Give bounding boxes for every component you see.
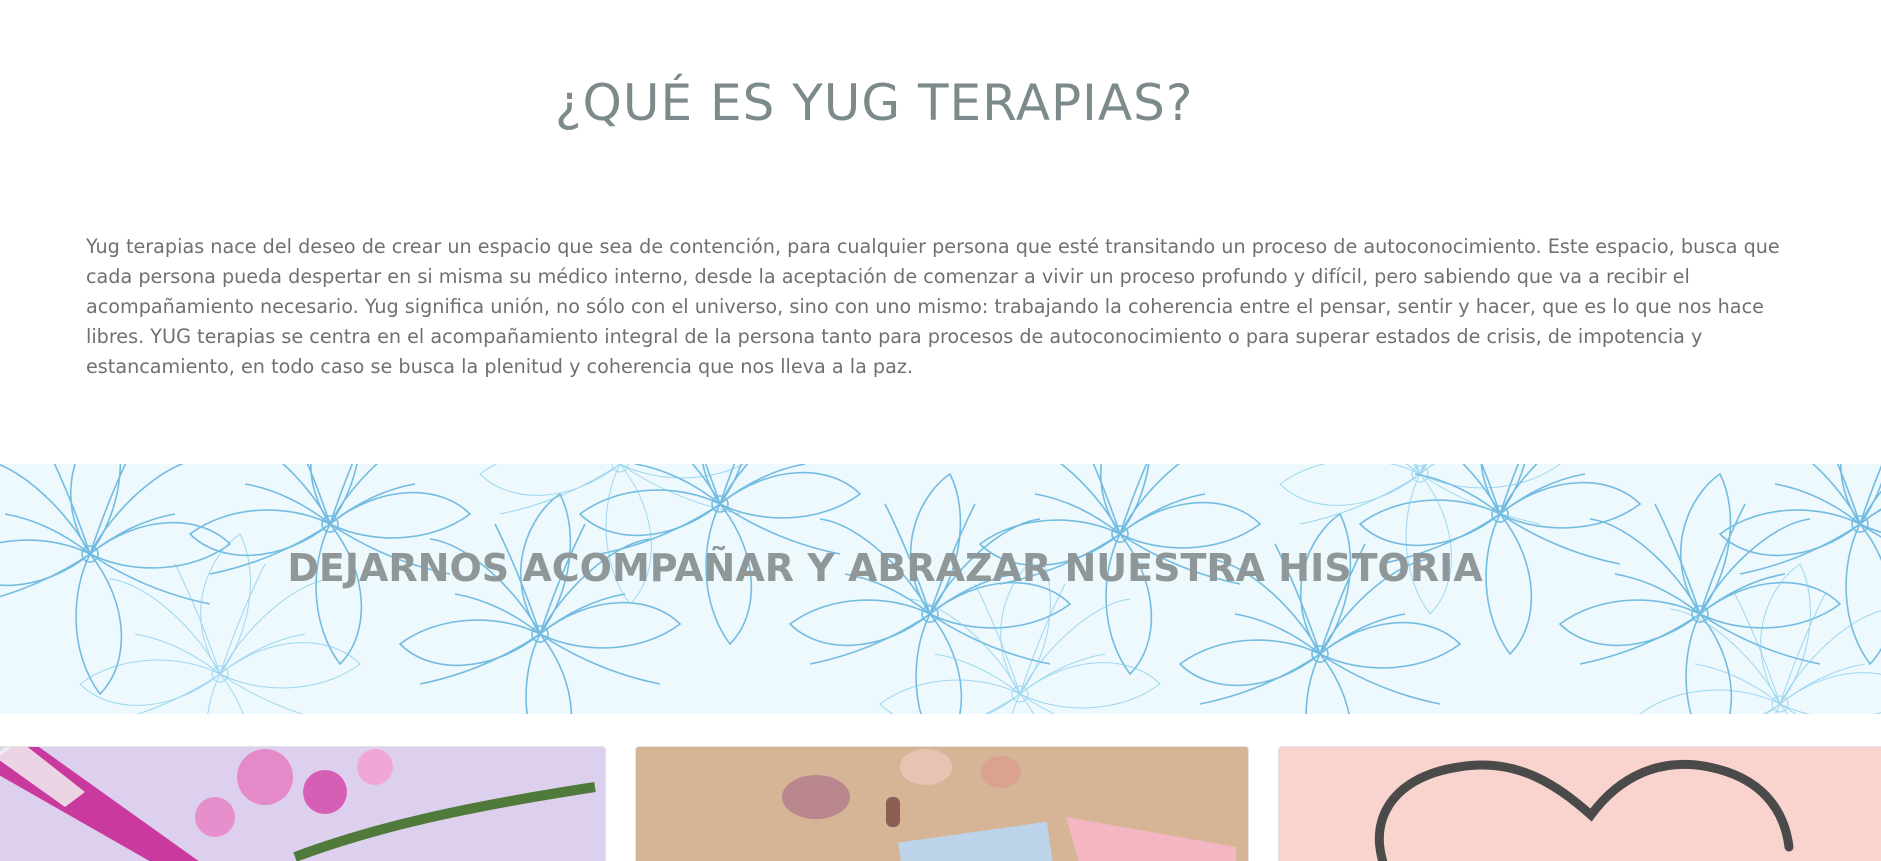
heart-drawing-photo (1279, 747, 1881, 861)
banner-section: DEJARNOS ACOMPAÑAR Y ABRAZAR NUESTRA HIS… (0, 464, 1881, 714)
page: ¿QUÉ ES YUG TERAPIAS? Yug terapias nace … (0, 0, 1881, 861)
service-card[interactable] (635, 746, 1249, 861)
services-cards (0, 746, 1881, 861)
flowers-essence-photo (0, 747, 605, 861)
about-section: ¿QUÉ ES YUG TERAPIAS? Yug terapias nace … (0, 0, 1881, 464)
service-card[interactable] (1278, 746, 1881, 861)
about-description: Yug terapias nace del deseo de crear un … (86, 235, 1780, 378)
crystals-photo (636, 747, 1248, 861)
banner-slogan: DEJARNOS ACOMPAÑAR Y ABRAZAR NUESTRA HIS… (287, 546, 1483, 590)
service-card[interactable] (0, 746, 606, 861)
about-title: ¿QUÉ ES YUG TERAPIAS? (555, 74, 1194, 132)
